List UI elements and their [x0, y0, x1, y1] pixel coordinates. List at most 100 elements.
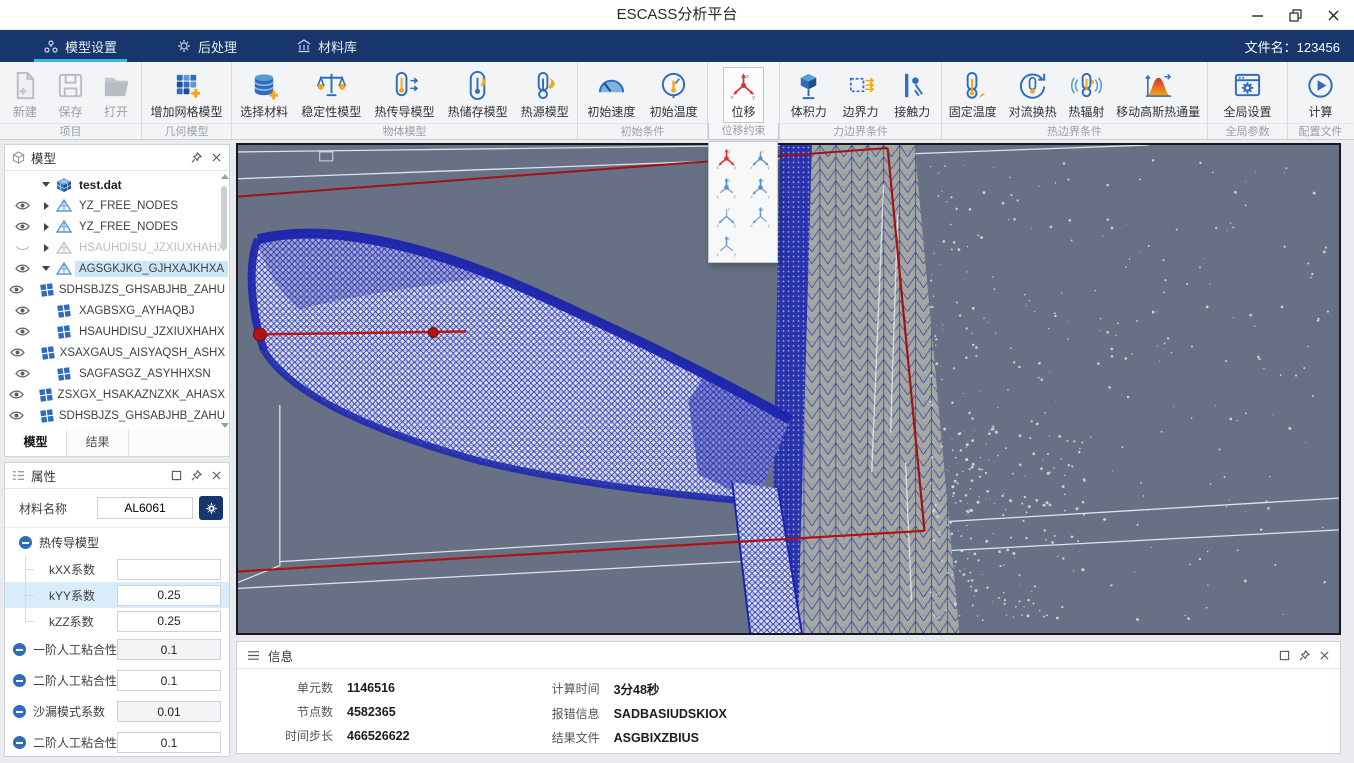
eye-icon[interactable] — [5, 367, 39, 380]
expand-arrow[interactable] — [39, 223, 53, 231]
ribbon-button-heat-source-model[interactable]: 热源模型 — [516, 67, 574, 123]
ribbon-button-contact-force[interactable]: 接触力 — [889, 67, 935, 123]
heat-conduction-section[interactable]: 热传导模型 — [5, 528, 229, 556]
tree-row[interactable]: SDHSBJZS_GHSABJHB_ZAHU — [5, 279, 229, 300]
displacement-option-2[interactable]: zxy — [747, 145, 773, 171]
ribbon-button-select-material[interactable]: 选择材料 — [235, 67, 293, 123]
ribbon-button-boundary-force[interactable]: 边界力 — [837, 67, 883, 123]
displacement-option-3[interactable]: zxy — [713, 174, 739, 200]
minimize-button[interactable] — [1242, 3, 1272, 27]
info-field-error-message: 报错信息 SADBASIUDSKIOX — [530, 705, 727, 722]
kxx-input[interactable] — [117, 559, 221, 580]
restore-button[interactable] — [1280, 3, 1310, 27]
pin-icon[interactable] — [191, 152, 202, 163]
property-input[interactable] — [117, 732, 221, 753]
displacement-option-fix-xyz[interactable]: zxy — [713, 145, 739, 171]
tree-row-selected[interactable]: AGSGKJKG_GJHXAJKHXA — [5, 258, 229, 279]
ribbon-button-fixed-temperature[interactable]: 固定温度 — [944, 67, 1002, 123]
eye-icon[interactable] — [5, 409, 29, 422]
tree-row[interactable]: YZ_FREE_NODES — [5, 216, 229, 237]
expand-arrow[interactable] — [39, 202, 53, 210]
tree-row[interactable]: XAGBSXG_AYHAQBJ — [5, 300, 229, 321]
ribbon-button-initial-temperature[interactable]: 初始温度 — [645, 67, 703, 123]
kyy-input[interactable] — [117, 585, 221, 606]
ribbon-button-new[interactable]: 新建 — [5, 67, 46, 123]
maximize-icon[interactable] — [1279, 650, 1290, 661]
select-material-icon — [249, 70, 280, 101]
ribbon-button-open[interactable]: 打开 — [96, 67, 137, 123]
displacement-option-4[interactable]: zxy — [747, 174, 773, 200]
material-name-input[interactable] — [97, 497, 193, 519]
tree-row[interactable]: YZ_FREE_NODES — [5, 195, 229, 216]
material-settings-button[interactable] — [199, 496, 223, 520]
maximize-icon[interactable] — [171, 470, 182, 481]
expand-arrow[interactable] — [39, 182, 53, 187]
tab-results[interactable]: 结果 — [67, 430, 129, 456]
viewport-3d[interactable] — [236, 143, 1341, 635]
tree-row[interactable]: XSAXGAUS_AISYAQSH_ASHX — [5, 342, 229, 363]
ribbon-button-stability-model[interactable]: 稳定性模型 — [296, 67, 366, 123]
collapse-section-icon[interactable] — [19, 536, 32, 549]
ribbon-button-body-force[interactable]: 体积力 — [786, 67, 832, 123]
displacement-option-7[interactable]: zxy — [713, 233, 739, 259]
tree-item-label: HSAUHDISU_JZXIUXHAHX — [75, 324, 229, 340]
collapse-section-icon[interactable] — [13, 705, 26, 718]
ribbon-button-heat-conduction-model[interactable]: 热传导模型 — [369, 67, 439, 123]
close-button[interactable] — [1318, 3, 1348, 27]
ribbon-group-label: 物体模型 — [232, 123, 577, 140]
tree-row[interactable]: ZSXGX_HSAKAZNZXK_AHASX — [5, 384, 229, 405]
collapse-section-icon[interactable] — [13, 643, 26, 656]
close-icon[interactable] — [211, 470, 222, 481]
collapse-section-icon[interactable] — [13, 674, 26, 687]
svg-text:y: y — [733, 252, 736, 257]
ribbon-button-displacement[interactable]: zxy 位移 — [723, 67, 764, 123]
pin-icon[interactable] — [191, 470, 202, 481]
tree-row[interactable]: HSAUHDISU_JZXIUXHAHX — [5, 237, 229, 258]
expand-arrow[interactable] — [39, 244, 53, 252]
eye-closed-icon[interactable] — [5, 241, 39, 254]
tree-scrollbar[interactable] — [220, 174, 228, 428]
eye-icon[interactable] — [5, 262, 39, 275]
compute-icon — [1305, 70, 1336, 101]
properties-panel-icon — [12, 469, 25, 482]
tab-model-settings[interactable]: 模型设置 — [28, 30, 133, 62]
tree-row[interactable]: SAGFASGZ_ASYHHXSN — [5, 363, 229, 384]
displacement-option-5[interactable]: zxy — [713, 204, 739, 230]
tab-post-processing[interactable]: 后处理 — [161, 30, 253, 62]
svg-text:y: y — [767, 165, 770, 170]
tree-row[interactable]: HSAUHDISU_JZXIUXHAHX — [5, 321, 229, 342]
eye-icon[interactable] — [5, 346, 30, 359]
tab-material-library[interactable]: 材料库 — [281, 30, 373, 62]
pin-icon[interactable] — [1299, 650, 1310, 661]
eye-icon[interactable] — [5, 283, 29, 296]
ribbon-button-convection[interactable]: 对流换热 — [1004, 67, 1062, 123]
collapse-section-icon[interactable] — [13, 736, 26, 749]
element-group-icon — [38, 387, 54, 403]
tab-model[interactable]: 模型 — [5, 430, 67, 456]
eye-icon[interactable] — [5, 199, 39, 212]
close-icon[interactable] — [1319, 650, 1330, 661]
ribbon-button-initial-velocity[interactable]: 初始速度 — [582, 67, 640, 123]
collapse-arrow[interactable] — [39, 266, 53, 271]
scrollbar-thumb[interactable] — [221, 186, 227, 250]
ribbon-button-compute[interactable]: 计算 — [1300, 67, 1341, 123]
ribbon-button-moving-gaussian-heat-flux[interactable]: 移动高斯热通量 — [1111, 67, 1205, 123]
eye-icon[interactable] — [5, 388, 28, 401]
tree-row-root[interactable]: test.dat — [5, 174, 229, 195]
property-input[interactable] — [117, 670, 221, 691]
close-icon[interactable] — [211, 152, 222, 163]
material-library-icon — [297, 39, 311, 53]
ribbon-button-add-mesh-model[interactable]: 增加网格模型 — [145, 67, 227, 123]
ribbon-button-heat-storage-model[interactable]: 热储存模型 — [443, 67, 513, 123]
property-input[interactable] — [117, 639, 221, 660]
property-input[interactable] — [117, 701, 221, 722]
eye-icon[interactable] — [5, 304, 39, 317]
displacement-option-6[interactable]: zxy — [747, 204, 773, 230]
eye-icon[interactable] — [5, 325, 39, 338]
tree-row[interactable]: SDHSBJZS_GHSABJHB_ZAHU — [5, 405, 229, 426]
ribbon-button-radiation[interactable]: 热辐射 — [1063, 67, 1109, 123]
kzz-input[interactable] — [117, 611, 221, 632]
eye-icon[interactable] — [5, 220, 39, 233]
ribbon-button-save[interactable]: 保存 — [50, 67, 91, 123]
ribbon-button-global-settings[interactable]: 全局设置 — [1218, 67, 1276, 123]
